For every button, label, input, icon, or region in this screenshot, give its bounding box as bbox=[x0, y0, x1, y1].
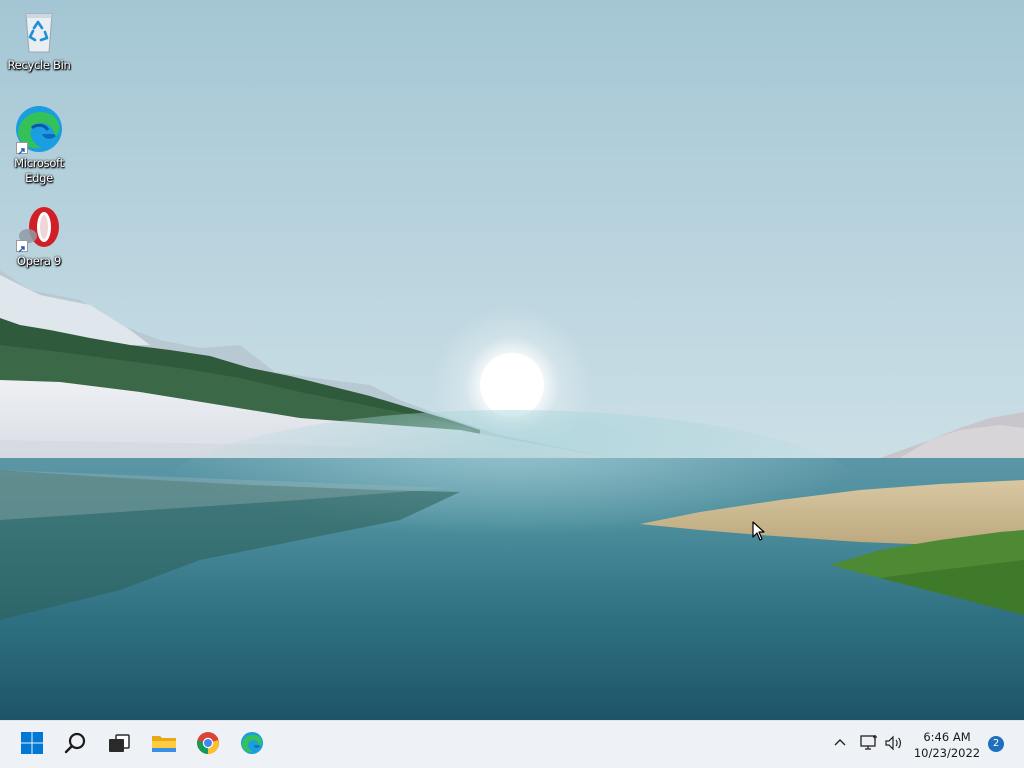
chrome-button[interactable] bbox=[188, 725, 228, 765]
shortcut-arrow-icon bbox=[16, 240, 28, 253]
clock-time: 6:46 AM bbox=[923, 730, 971, 744]
edge-icon bbox=[14, 104, 64, 155]
desktop-icon-microsoft-edge[interactable]: Microsoft Edge bbox=[1, 104, 77, 186]
recycle-bin-icon bbox=[14, 6, 64, 56]
windows-start-icon bbox=[20, 731, 44, 760]
mouse-cursor-icon bbox=[752, 521, 766, 546]
network-icon bbox=[859, 734, 879, 757]
volume-icon bbox=[884, 734, 904, 757]
edge-button[interactable] bbox=[232, 725, 272, 765]
desktop-icon-recycle-bin[interactable]: Recycle Bin bbox=[1, 6, 77, 73]
clock[interactable]: 6:46 AM 10/23/2022 bbox=[908, 729, 986, 761]
file-explorer-button[interactable] bbox=[144, 725, 184, 765]
chrome-icon bbox=[196, 731, 220, 760]
opera-icon bbox=[14, 202, 64, 253]
shortcut-arrow-icon bbox=[16, 142, 28, 155]
clock-date: 10/23/2022 bbox=[913, 746, 981, 760]
task-view-icon bbox=[107, 731, 131, 760]
desktop-icon-label: Microsoft Edge bbox=[14, 156, 64, 185]
taskbar: 6:46 AM 10/23/2022 bbox=[0, 720, 1024, 768]
start-button[interactable] bbox=[12, 725, 52, 765]
edge-icon bbox=[240, 731, 264, 760]
task-view-button[interactable] bbox=[99, 725, 139, 765]
show-hidden-icons-button[interactable] bbox=[830, 733, 850, 757]
search-icon bbox=[64, 731, 88, 760]
desktop-icon-label: Opera 9 bbox=[16, 254, 62, 268]
volume-button[interactable] bbox=[882, 733, 906, 757]
chevron-up-icon bbox=[833, 736, 847, 755]
notification-badge[interactable]: 2 bbox=[988, 736, 1004, 752]
file-explorer-icon bbox=[151, 731, 177, 760]
search-button[interactable] bbox=[56, 725, 96, 765]
desktop-icon-opera[interactable]: Opera 9 bbox=[1, 202, 77, 269]
desktop-wallpaper bbox=[0, 0, 1024, 720]
network-button[interactable] bbox=[857, 733, 881, 757]
desktop-icon-label: Recycle Bin bbox=[7, 58, 71, 72]
